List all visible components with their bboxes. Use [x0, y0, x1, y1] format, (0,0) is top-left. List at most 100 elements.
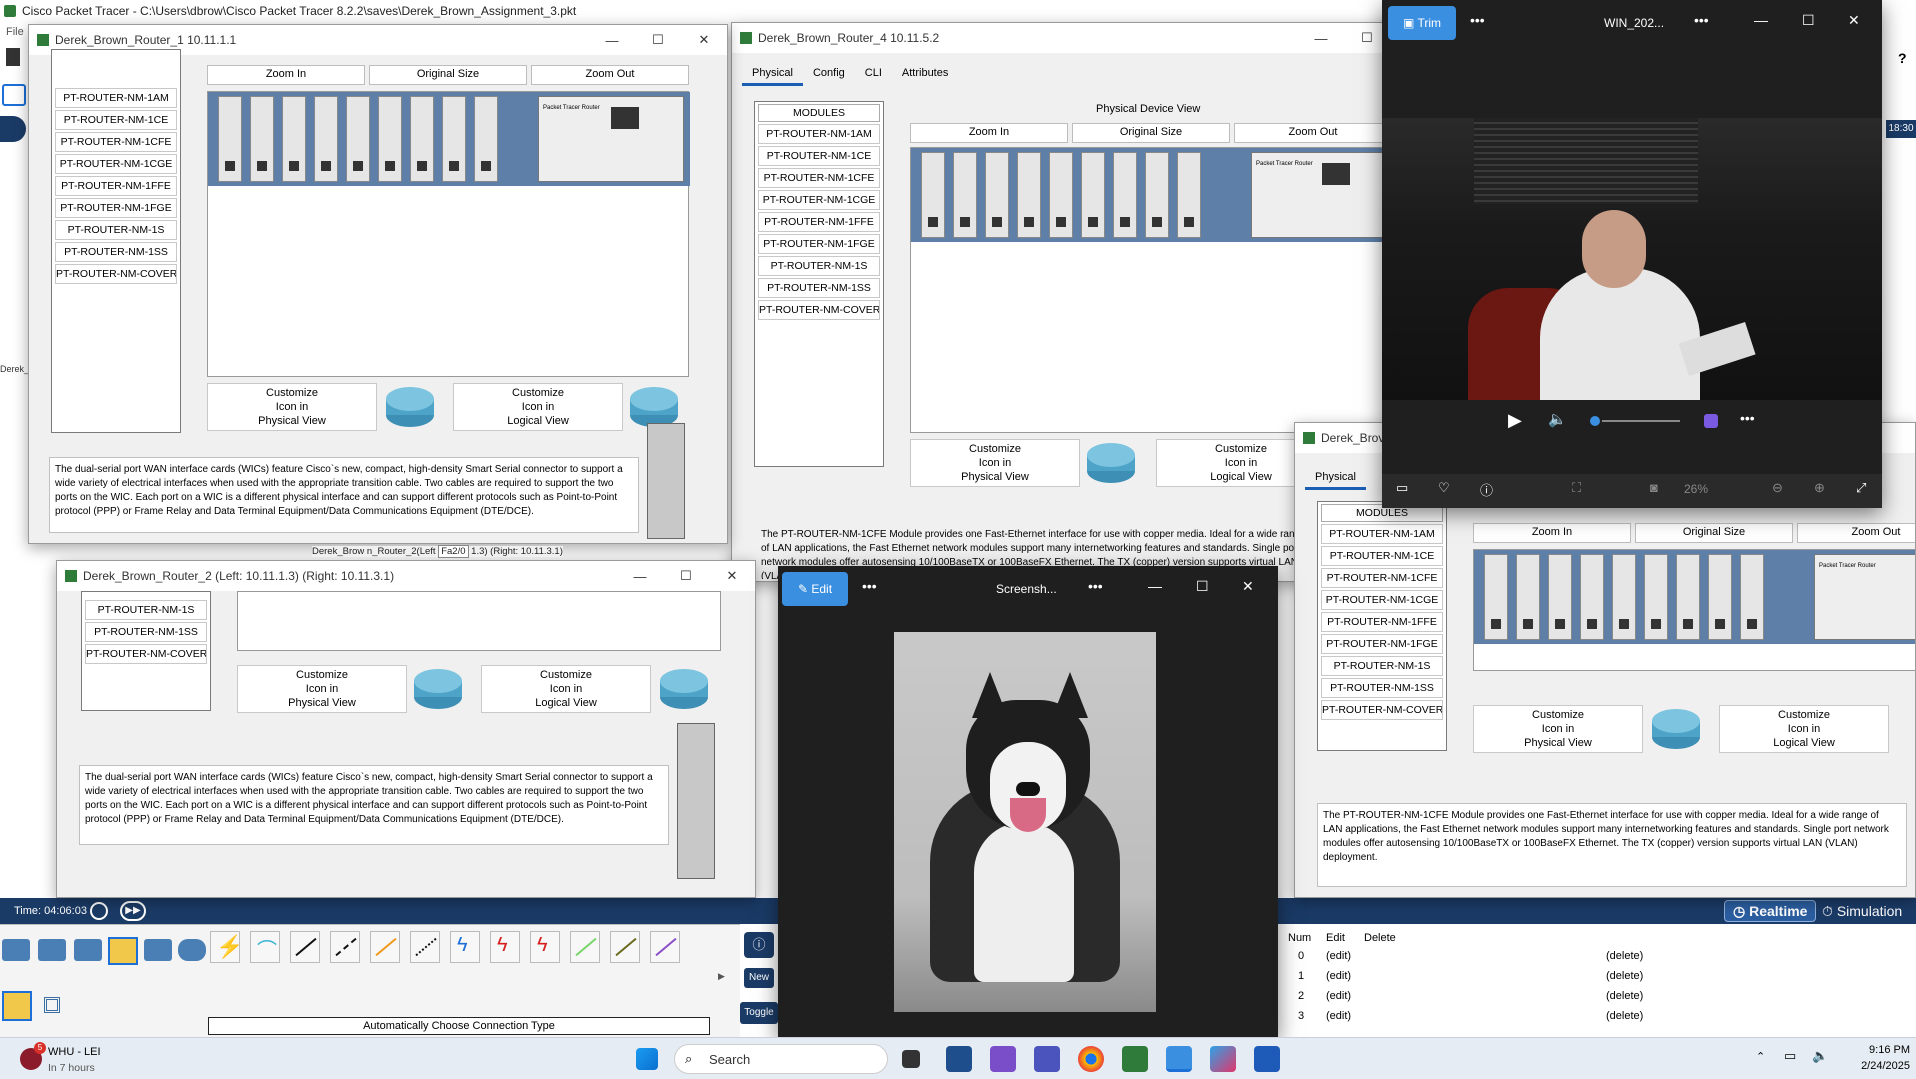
list-item[interactable]: PT-ROUTER-NM-1SS — [758, 278, 880, 298]
zoom-in-button[interactable]: Zoom In — [1473, 523, 1631, 543]
list-item[interactable]: PT-ROUTER-NM-1S — [85, 600, 207, 620]
cable-serial-dte-icon[interactable]: ϟ — [530, 931, 560, 963]
row-delete[interactable]: (delete) — [1606, 970, 1686, 990]
maximize-icon[interactable]: ☐ — [1196, 578, 1209, 595]
info-icon[interactable]: ⓘ — [1480, 480, 1493, 499]
original-size-button[interactable]: Original Size — [1072, 123, 1230, 143]
original-size-button[interactable]: Original Size — [369, 65, 527, 85]
crop-icon[interactable]: ⛶ — [1572, 480, 1581, 496]
row-delete[interactable]: (delete) — [1606, 1010, 1686, 1030]
scroll-arrow-right-icon[interactable]: ▶ — [718, 971, 725, 982]
zoom-out-button[interactable]: Zoom Out — [1797, 523, 1915, 543]
close-icon[interactable]: ✕ — [681, 32, 727, 48]
device-category-enddevices-icon[interactable] — [144, 939, 172, 961]
row-edit[interactable]: (edit) — [1326, 1010, 1606, 1030]
close-icon[interactable]: ✕ — [1242, 578, 1254, 595]
edit-button[interactable]: ✎ Edit — [782, 572, 848, 606]
device-category-routers-icon[interactable] — [2, 939, 30, 961]
subcategory-connections-icon[interactable] — [2, 991, 32, 1021]
minimize-icon[interactable]: — — [1754, 12, 1768, 28]
list-item[interactable]: PT-ROUTER-NM-1CFE — [758, 168, 880, 188]
subtitles-icon[interactable]: ▭ — [1396, 480, 1408, 496]
list-item[interactable]: PT-ROUTER-NM-1AM — [758, 124, 880, 144]
original-size-button[interactable]: Original Size — [1635, 523, 1793, 543]
tab-attributes[interactable]: Attributes — [892, 63, 958, 86]
close-icon[interactable]: ✕ — [709, 568, 755, 584]
cable-phone-icon[interactable] — [410, 931, 440, 963]
snapshot-icon[interactable]: ◙ — [1650, 480, 1658, 495]
clock[interactable]: 9:16 PM 2/24/2025 — [1840, 1042, 1910, 1074]
toolbar-icon-folder[interactable] — [6, 48, 20, 66]
volume-icon[interactable]: 🔈 — [1548, 410, 1567, 428]
list-item[interactable]: PT-ROUTER-NM-COVER — [758, 300, 880, 320]
cable-console-icon[interactable]: ⌒ — [250, 931, 280, 963]
more-icon[interactable]: ••• — [1470, 12, 1485, 28]
toolbar-icon-cluster[interactable] — [0, 116, 26, 142]
list-item[interactable]: PT-ROUTER-NM-1FGE — [758, 234, 880, 254]
trim-button[interactable]: ▣ Trim — [1388, 6, 1456, 40]
cable-usb-icon[interactable] — [650, 931, 680, 963]
cable-auto-icon[interactable]: ⚡ — [210, 931, 243, 963]
device-category-connections-icon[interactable] — [108, 937, 138, 965]
list-item[interactable]: PT-ROUTER-NM-1FGE — [1321, 634, 1443, 654]
zoom-in-button[interactable]: Zoom In — [207, 65, 365, 85]
list-item[interactable]: PT-ROUTER-NM-1CGE — [1321, 590, 1443, 610]
play-icon[interactable]: ▶ — [1508, 410, 1522, 431]
maximize-icon[interactable]: ☐ — [1802, 12, 1815, 29]
minimize-icon[interactable]: — — [617, 569, 663, 584]
row-edit[interactable]: (edit) — [1326, 950, 1606, 970]
row-delete[interactable]: (delete) — [1606, 990, 1686, 1010]
list-item[interactable]: PT-ROUTER-NM-1FGE — [55, 198, 177, 218]
zoom-in-button[interactable]: Zoom In — [910, 123, 1068, 143]
device-category-hubs-icon[interactable] — [74, 939, 102, 961]
network-icon[interactable]: ▭ — [1784, 1048, 1796, 1064]
more-icon[interactable]: ••• — [862, 578, 877, 594]
list-item[interactable]: PT-ROUTER-NM-1CE — [1321, 546, 1443, 566]
power-switch-icon[interactable] — [611, 107, 639, 129]
new-button[interactable]: New — [744, 968, 774, 988]
tab-cli[interactable]: CLI — [855, 63, 892, 86]
list-item[interactable]: PT-ROUTER-NM-1AM — [1321, 524, 1443, 544]
toggle-button[interactable]: Toggle — [740, 1002, 778, 1024]
fullscreen-icon[interactable]: ⤢ — [1856, 480, 1866, 496]
subcategory-grid-icon[interactable] — [44, 997, 60, 1013]
list-item[interactable]: PT-ROUTER-NM-1AM — [55, 88, 177, 108]
minimize-icon[interactable]: — — [1148, 578, 1162, 594]
list-item[interactable]: PT-ROUTER-NM-1CGE — [758, 190, 880, 210]
cable-crossover-icon[interactable] — [330, 931, 360, 963]
cable-coaxial-icon[interactable]: ϟ — [450, 931, 480, 963]
minimize-icon[interactable]: — — [1298, 31, 1344, 46]
windows-start-icon[interactable] — [636, 1048, 658, 1070]
photos-taskbar-icon[interactable] — [1166, 1046, 1192, 1072]
maximize-icon[interactable]: ☐ — [663, 568, 709, 584]
minimize-icon[interactable]: — — [589, 33, 635, 48]
cable-fiber-icon[interactable] — [370, 931, 400, 963]
chevron-up-icon[interactable]: ⌃ — [1756, 1050, 1765, 1063]
weather-widget[interactable]: 5 WHU - LEI In 7 hours — [16, 1042, 136, 1076]
customize-logical-button[interactable]: Customize Icon in Logical View — [481, 665, 651, 713]
more-icon[interactable]: ••• — [1088, 578, 1103, 594]
list-item[interactable]: PT-ROUTER-NM-1CE — [758, 146, 880, 166]
list-item[interactable]: PT-ROUTER-NM-1FFE — [55, 176, 177, 196]
word-icon[interactable] — [1254, 1046, 1280, 1072]
zoom-level[interactable]: 26% — [1684, 482, 1708, 496]
list-item[interactable]: PT-ROUTER-NM-COVER — [55, 264, 177, 284]
help-icon[interactable]: ? — [1898, 50, 1907, 66]
teams-icon[interactable] — [1034, 1046, 1060, 1072]
menu-file[interactable]: File — [6, 26, 24, 38]
cable-straight-icon[interactable] — [290, 931, 320, 963]
list-item[interactable]: PT-ROUTER-NM-1CFE — [55, 132, 177, 152]
task-view-icon[interactable] — [902, 1050, 920, 1068]
clipchamp-icon[interactable] — [1704, 414, 1718, 428]
list-item[interactable]: PT-ROUTER-NM-1S — [1321, 656, 1443, 676]
customize-physical-button[interactable]: Customize Icon in Physical View — [237, 665, 407, 713]
device-category-wan-icon[interactable] — [178, 939, 206, 961]
zoom-out-button[interactable]: Zoom Out — [1234, 123, 1390, 143]
cable-iot-icon[interactable] — [610, 931, 640, 963]
list-item[interactable]: PT-ROUTER-NM-COVER — [85, 644, 207, 664]
chrome-icon[interactable] — [1078, 1046, 1104, 1072]
list-item[interactable]: PT-ROUTER-NM-1CFE — [1321, 568, 1443, 588]
zoom-out-icon[interactable]: ⊖ — [1772, 480, 1783, 496]
customize-physical-button[interactable]: Customize Icon in Physical View — [910, 439, 1080, 487]
list-item[interactable]: PT-ROUTER-NM-1CGE — [55, 154, 177, 174]
